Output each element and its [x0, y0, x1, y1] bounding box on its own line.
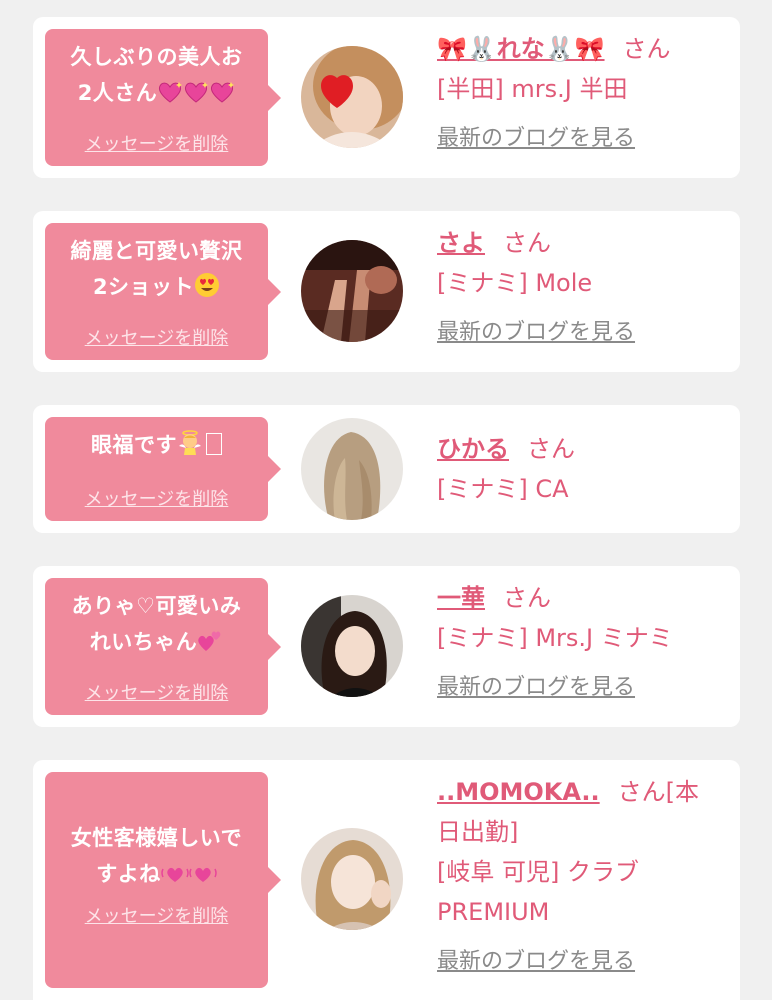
message-text: すよね	[96, 862, 161, 886]
delete-message-link[interactable]: メッセージを削除	[45, 485, 268, 511]
honorific-label: さん	[503, 584, 551, 612]
beating-heart-icon	[189, 861, 217, 885]
shop-label: [ミナミ] CA	[437, 475, 569, 503]
baby-angel-icon	[177, 430, 203, 456]
message-text: れいちゃん	[89, 630, 198, 654]
honorific-label: さん	[622, 35, 671, 63]
sparkling-heart-icon	[157, 80, 183, 104]
latest-blog-link[interactable]: 最新のブログを見る	[437, 946, 635, 978]
profile-name-link[interactable]: 🎀🐰れな🐰🎀	[437, 35, 605, 63]
message-text: 綺麗と可愛い贅沢	[70, 239, 243, 263]
delete-message-link[interactable]: メッセージを削除	[45, 679, 268, 705]
message-text: 眼福です	[91, 433, 177, 457]
sparkling-heart-icon	[209, 80, 235, 104]
avatar[interactable]	[301, 828, 403, 930]
favorite-card: 眼福です メッセージを削除 ひかる さん [ミナミ] CA	[33, 405, 740, 533]
avatar[interactable]	[301, 595, 403, 697]
message-text: 2ショット	[92, 275, 195, 299]
message-bubble: 女性客様嬉しいで すよね メッセージを削除	[45, 772, 281, 988]
avatar[interactable]	[301, 418, 403, 520]
favorite-card: ありゃ♡可愛いみ れいちゃん メッセージを削除 一華 さん [ミナミ] Mrs.J…	[33, 566, 740, 727]
message-bubble: 眼福です メッセージを削除	[45, 417, 281, 521]
latest-blog-link[interactable]: 最新のブログを見る	[437, 317, 635, 349]
favorite-card: 久しぶりの美人お 2人さん メッセージを削除 🎀🐰れな🐰🎀 さん [半田] mrs…	[33, 17, 740, 178]
profile-name-link[interactable]: ..MOMOKA..	[437, 778, 600, 806]
profile-name-link[interactable]: ひかる	[437, 435, 509, 463]
shop-label: [ミナミ] Mole	[437, 269, 593, 297]
honorific-label: さん[本	[617, 778, 700, 806]
latest-blog-link[interactable]: 最新のブログを見る	[437, 672, 635, 704]
beating-heart-icon	[161, 861, 189, 885]
avatar[interactable]	[301, 240, 403, 342]
delete-message-link[interactable]: メッセージを削除	[45, 324, 268, 350]
favorites-list: 久しぶりの美人お 2人さん メッセージを削除 🎀🐰れな🐰🎀 さん [半田] mrs…	[0, 0, 772, 1000]
latest-blog-link[interactable]: 最新のブログを見る	[437, 123, 635, 155]
heart-eyes-icon	[194, 272, 220, 298]
two-hearts-icon	[197, 629, 223, 653]
message-bubble: 久しぶりの美人お 2人さん メッセージを削除	[45, 29, 281, 166]
shop-label: [ミナミ] Mrs.J ミナミ	[437, 624, 673, 652]
status-label: 日出勤]	[437, 818, 519, 846]
message-bubble: ありゃ♡可愛いみ れいちゃん メッセージを削除	[45, 578, 281, 715]
shop-label: [半田] mrs.J 半田	[437, 75, 628, 103]
profile-name-link[interactable]: 一華	[437, 584, 485, 612]
shop-label: [岐阜 可児] クラブ	[437, 858, 639, 886]
message-text: 女性客様嬉しいで	[70, 826, 243, 850]
honorific-label: さん	[503, 229, 551, 257]
avatar[interactable]	[301, 46, 403, 148]
delete-message-link[interactable]: メッセージを削除	[45, 130, 268, 156]
delete-message-link[interactable]: メッセージを削除	[45, 902, 268, 928]
favorite-card: 綺麗と可愛い贅沢 2ショット メッセージを削除 さよ さん [ミナミ] Mole …	[33, 211, 740, 372]
message-text: 久しぶりの美人お	[70, 45, 243, 69]
sparkling-heart-icon	[183, 80, 209, 104]
missing-glyph-icon	[206, 433, 222, 455]
shop-label: PREMIUM	[437, 898, 550, 926]
message-text: 2人さん	[77, 81, 158, 105]
honorific-label: さん	[527, 435, 575, 463]
message-text: ありゃ♡可愛いみ	[71, 594, 242, 618]
profile-name-link[interactable]: さよ	[437, 229, 485, 257]
message-bubble: 綺麗と可愛い贅沢 2ショット メッセージを削除	[45, 223, 281, 360]
favorite-card: 女性客様嬉しいで すよね メッセージを削除 ..MOMOKA.. さん[本 日出勤…	[33, 760, 740, 1000]
